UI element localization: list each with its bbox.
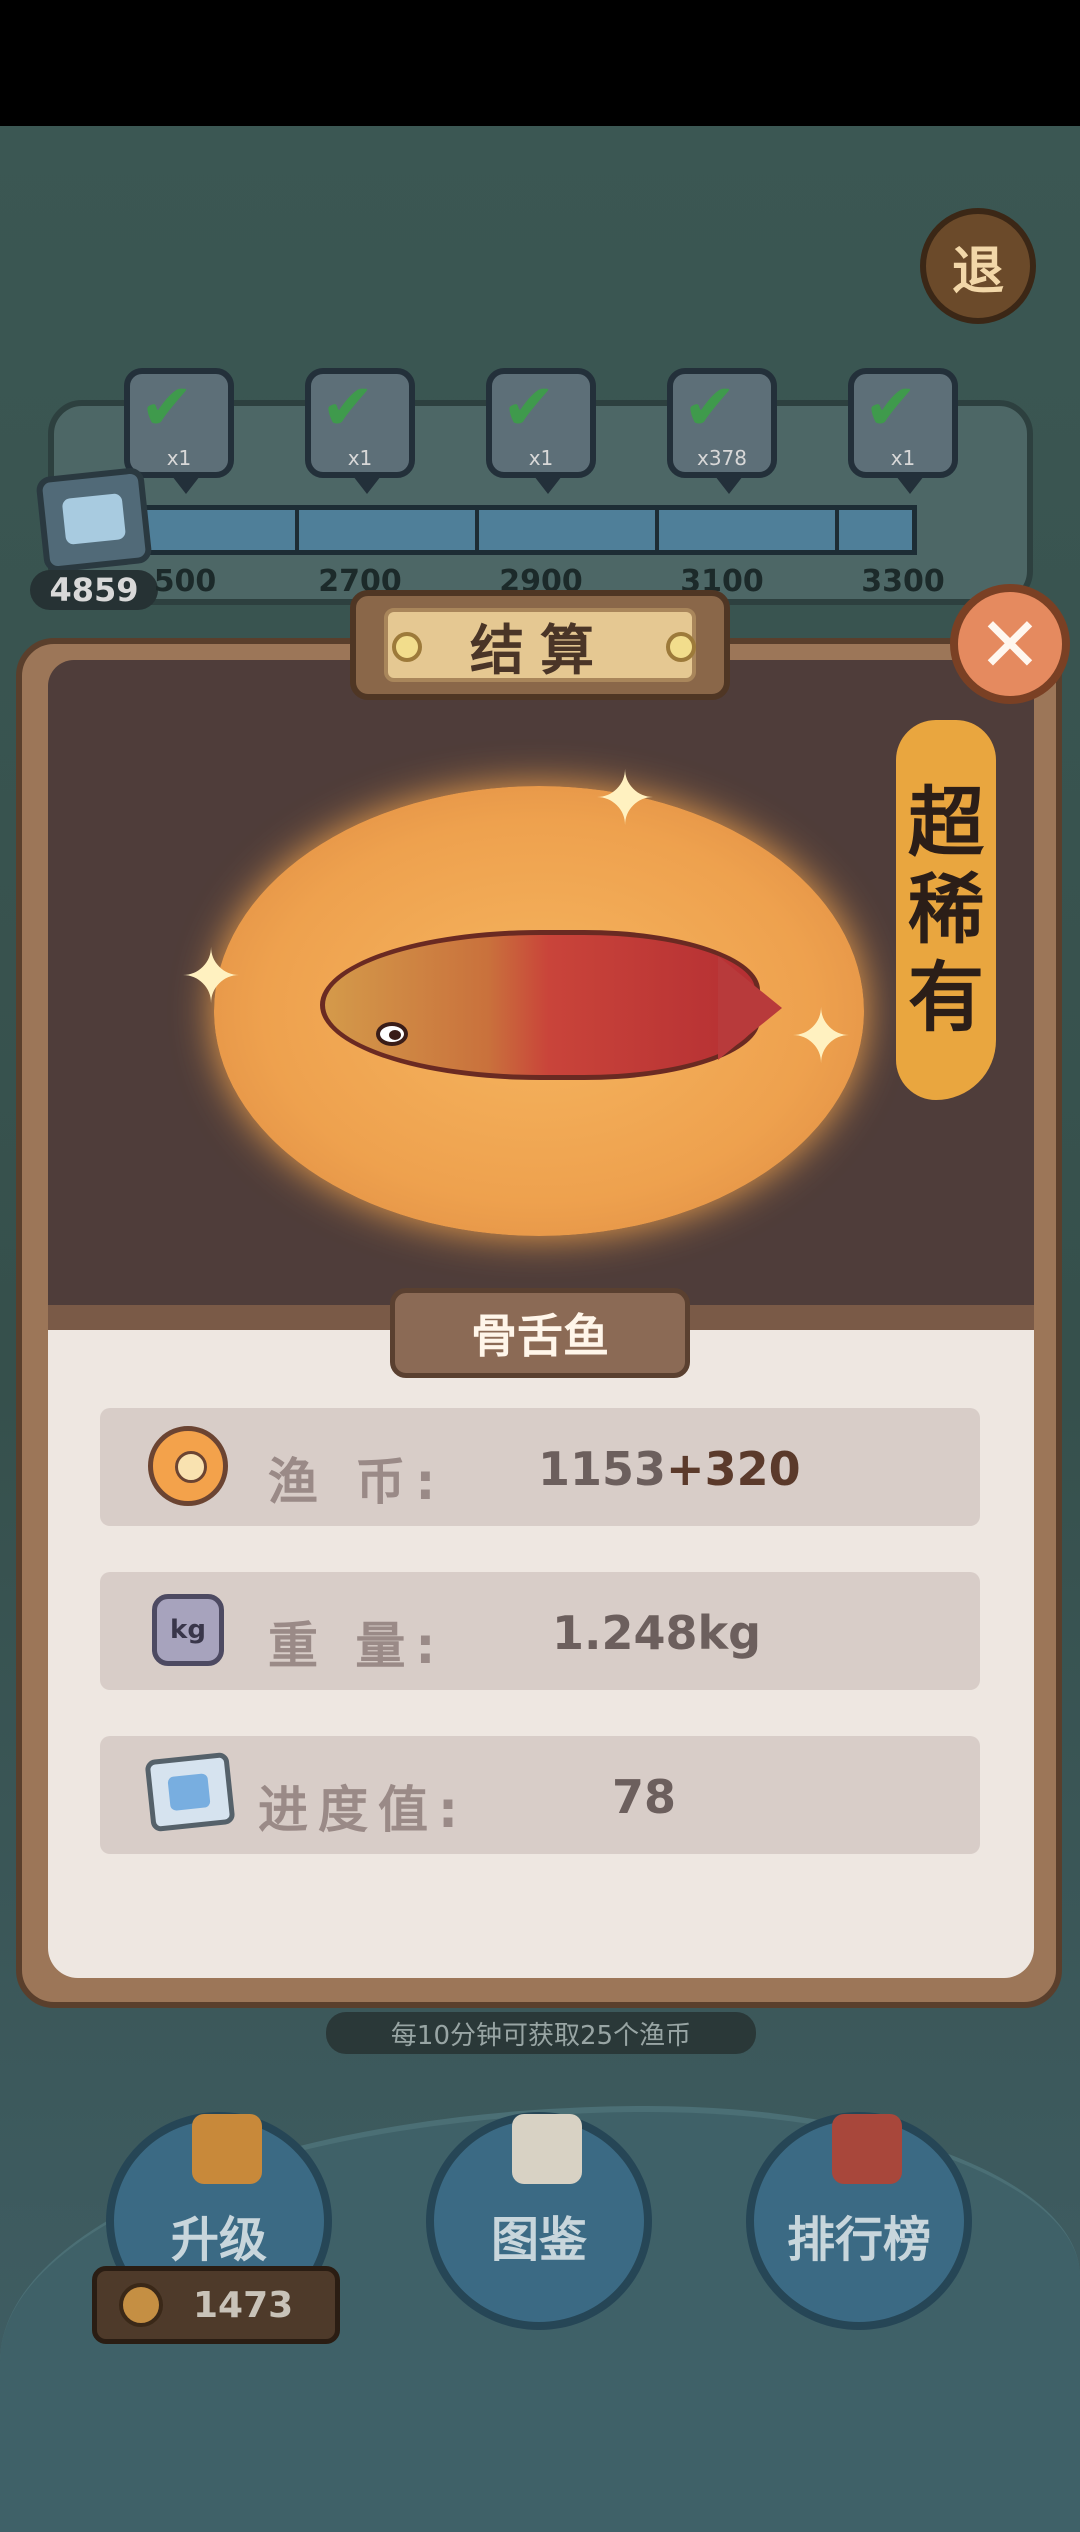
dialog-title: 结算: [384, 608, 696, 682]
progress-divider: [295, 510, 299, 550]
sparkle-icon: ✦: [594, 756, 657, 842]
progress-divider: [655, 510, 659, 550]
stat-label: 进度值:: [258, 1781, 468, 1839]
reward-count: x1: [528, 446, 554, 470]
progress-divider: [475, 510, 479, 550]
leaderboard-button[interactable]: 排行榜: [746, 2112, 972, 2330]
sparkle-icon: ✦: [790, 994, 853, 1080]
arrow-up-icon: [192, 2114, 262, 2184]
progress-bar: [112, 505, 917, 555]
stud-icon: [666, 632, 696, 662]
fish-tail: [718, 956, 782, 1060]
weight-icon: kg: [152, 1594, 224, 1666]
coin-icon: [148, 1426, 228, 1506]
sparkle-icon: ✦: [180, 934, 243, 1020]
stat-row-coins: 渔 币: 1153+320: [100, 1408, 980, 1526]
dialog-title-plaque: 结算: [350, 590, 730, 700]
stat-row-progress: 进度值: 78: [100, 1736, 980, 1854]
reward-chest-3[interactable]: ✔ x1: [486, 368, 596, 494]
stat-label: 重 量:: [268, 1617, 446, 1675]
reward-chest-1[interactable]: ✔ x1: [124, 368, 234, 494]
status-bar: [0, 0, 1080, 126]
book-icon: [512, 2114, 582, 2184]
check-icon: ✔: [140, 371, 194, 445]
reward-chest-4[interactable]: ✔ x378: [667, 368, 777, 494]
rarity-tag: 超 稀 有: [896, 720, 996, 1100]
coin-balance: 1473: [92, 2266, 340, 2344]
rarity-char: 稀: [908, 865, 984, 955]
stud-icon: [392, 632, 422, 662]
milestone-label: 500: [153, 564, 217, 599]
stat-label: 渔 币:: [268, 1453, 446, 1511]
milestone-label: 3300: [861, 564, 945, 599]
collection-label: 图鉴: [490, 2212, 587, 2268]
leaderboard-label: 排行榜: [786, 2212, 931, 2268]
fish-image: [320, 930, 760, 1080]
exit-button[interactable]: 退: [920, 208, 1036, 324]
stat-row-weight: kg 重 量: 1.248kg: [100, 1572, 980, 1690]
reward-count: x378: [696, 446, 747, 470]
reward-count: x1: [166, 446, 192, 470]
reward-count: x1: [890, 446, 916, 470]
check-icon: ✔: [683, 371, 737, 445]
coin-balance-value: 1473: [193, 2285, 294, 2326]
check-icon: ✔: [321, 371, 375, 445]
coins-bonus: +320: [666, 1442, 801, 1496]
reward-count: x1: [347, 446, 373, 470]
progress-divider: [835, 510, 839, 550]
stat-value: 1153+320: [538, 1442, 998, 1496]
stat-value: 1.248kg: [552, 1606, 762, 1660]
progress-bar-fill: [117, 510, 912, 550]
progress-ticket-icon: [35, 466, 153, 574]
upgrade-label: 升级: [170, 2212, 267, 2268]
coins-earned: 1153: [538, 1442, 667, 1496]
stat-value: 78: [612, 1770, 677, 1824]
collection-button[interactable]: 图鉴: [426, 2112, 652, 2330]
close-button[interactable]: ✕: [950, 584, 1070, 704]
rarity-char: 超: [908, 777, 984, 867]
coin-tip-banner: 每10分钟可获取25个渔币: [326, 2012, 756, 2054]
fish-name: 骨舌鱼: [390, 1288, 690, 1378]
coin-icon: [119, 2283, 163, 2327]
rarity-char: 有: [908, 952, 984, 1042]
check-icon: ✔: [864, 371, 918, 445]
check-icon: ✔: [502, 371, 556, 445]
ticket-icon: [144, 1751, 236, 1833]
reward-chest-5[interactable]: ✔ x1: [848, 368, 958, 494]
reward-chest-2[interactable]: ✔ x1: [305, 368, 415, 494]
trophy-icon: [832, 2114, 902, 2184]
fish-eye: [376, 1022, 408, 1046]
